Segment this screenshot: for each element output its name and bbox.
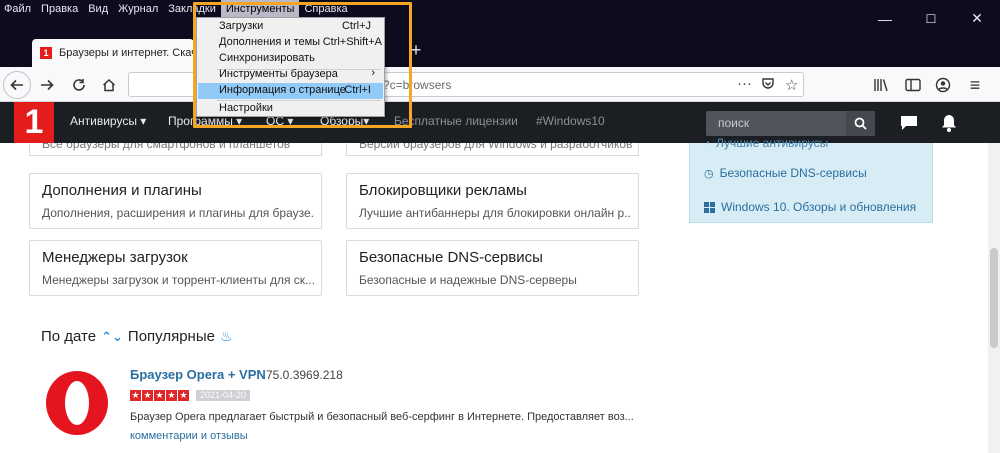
url-text: ?c=browsers [383, 78, 452, 92]
card-partial-mobile[interactable]: Все браузеры для смартфонов и планшетов [29, 143, 322, 156]
card-adblockers[interactable]: Блокировщики рекламы Лучшие антибаннеры … [346, 173, 639, 229]
home-button[interactable] [96, 72, 122, 98]
site-search-input[interactable]: поиск [706, 111, 846, 136]
account-icon[interactable] [930, 72, 956, 98]
tab-strip: 1 Браузеры и интернет. Скачать + [0, 37, 1000, 67]
sidebar-icon[interactable] [900, 72, 926, 98]
sort-popular[interactable]: Популярные [128, 328, 215, 345]
shield-icon: ◔ [704, 137, 711, 149]
search-placeholder: поиск [718, 116, 750, 130]
star-icon: ★ [130, 390, 141, 401]
card-addons[interactable]: Дополнения и плагины Дополнения, расшире… [29, 173, 322, 229]
menu-file[interactable]: Файл [0, 0, 36, 18]
card-partial-desc: Все браузеры для смартфонов и планшетов [42, 143, 291, 151]
star-icon: ★ [154, 390, 165, 401]
sort-by-date[interactable]: По дате [41, 328, 96, 345]
back-button[interactable] [3, 71, 31, 99]
sidebar-link-antivirus[interactable]: ◔ Лучшие антивирусы [704, 136, 828, 150]
chat-icon[interactable] [898, 112, 920, 134]
card-title: Безопасные DNS-сервисы [359, 249, 543, 266]
maximize-button[interactable]: ☐ [908, 0, 954, 37]
windows-icon [704, 201, 715, 213]
menuitem-page-info[interactable]: Информация о странице Ctrl+I [198, 83, 383, 99]
card-title: Менеджеры загрузок [42, 249, 188, 266]
card-desc: Лучшие антибаннеры для блокировки онлайн… [359, 206, 631, 220]
reload-icon [73, 79, 85, 91]
app-title-link[interactable]: Браузер Opera + VPN [130, 367, 266, 382]
site-search-button[interactable] [846, 111, 875, 136]
chevron-right-icon: › [371, 67, 375, 79]
sort-arrows-icon[interactable]: ⌃⌄ [101, 329, 123, 345]
app-description: Браузер Opera предлагает быстрый и безоп… [130, 411, 634, 423]
app-version: 75.0.3969.218 [266, 368, 343, 382]
card-desc: Дополнения, расширения и плагины для бра… [42, 206, 314, 220]
title-bar: Файл Правка Вид Журнал Закладки Инструме… [0, 0, 1000, 37]
card-title: Блокировщики рекламы [359, 182, 527, 199]
card-dns-services[interactable]: Безопасные DNS-сервисы Безопасные и наде… [346, 240, 639, 296]
browser-tab[interactable]: 1 Браузеры и интернет. Скачать [32, 39, 194, 67]
menu-view[interactable]: Вид [83, 0, 113, 18]
plus-icon: + [410, 40, 422, 60]
star-icon: ★ [142, 390, 153, 401]
menu-history[interactable]: Журнал [113, 0, 163, 18]
close-icon: ✕ [971, 10, 983, 26]
tools-dropdown-menu: Загрузки Ctrl+J Дополнения и темы Ctrl+S… [196, 17, 385, 117]
library-icon[interactable] [868, 72, 894, 98]
arrow-left-icon [10, 79, 23, 91]
menuitem-addons[interactable]: Дополнения и темы Ctrl+Shift+A [198, 35, 383, 51]
sort-row: По дате ⌃⌄ Популярные ♨ [41, 328, 233, 345]
site-header: 1 Антивирусы ▾ Программы ▾ ОС ▾ Обзоры▾ … [0, 102, 1000, 143]
flame-icon: ♨ [219, 328, 233, 344]
home-icon [102, 78, 116, 92]
menu-help[interactable]: Справка [299, 0, 352, 18]
menu-hamburger-icon[interactable]: ≡ [962, 72, 988, 98]
maximize-icon: ☐ [925, 11, 937, 26]
nav-free-licenses[interactable]: Бесплатные лицензии [394, 114, 518, 128]
app-comments-link[interactable]: комментарии и отзывы [130, 430, 248, 442]
search-icon [854, 117, 867, 130]
star-icon: ★ [166, 390, 177, 401]
app-date-badge: 2021-04-20 [196, 390, 251, 401]
sidebar-link-dns[interactable]: ◷ Безопасные DNS-сервисы [704, 166, 867, 180]
bookmark-star-icon[interactable]: ☆ [785, 76, 798, 94]
menu-tools[interactable]: Инструменты [220, 0, 300, 18]
menuitem-browser-tools[interactable]: Инструменты браузера › [198, 67, 383, 83]
bell-icon[interactable] [938, 112, 960, 134]
menuitem-sync[interactable]: Синхронизировать [198, 51, 383, 67]
sidebar-link-windows10[interactable]: Windows 10. Обзоры и обновления [704, 200, 916, 214]
nav-toolbar: ?c=browsers ··· ☆ ≡ [0, 67, 1000, 102]
card-title: Дополнения и плагины [42, 182, 202, 199]
site-logo[interactable]: 1 [14, 102, 54, 143]
reload-button[interactable] [66, 72, 92, 98]
card-download-managers[interactable]: Менеджеры загрузок Менеджеры загрузок и … [29, 240, 322, 296]
menuitem-downloads[interactable]: Загрузки Ctrl+J [198, 19, 383, 35]
card-partial-versions[interactable]: Версии браузеров для Windows и разработч… [346, 143, 639, 156]
card-desc: Безопасные и надежные DNS-серверы [359, 273, 577, 287]
card-partial-desc: Версии браузеров для Windows и разработч… [359, 143, 633, 151]
nav-windows10[interactable]: #Windows10 [536, 114, 605, 128]
tab-title: Браузеры и интернет. Скачать [59, 47, 194, 59]
clock-icon: ◷ [704, 167, 714, 180]
forward-button[interactable] [34, 72, 60, 98]
arrow-right-icon [41, 79, 54, 91]
scrollbar-thumb[interactable] [990, 248, 998, 348]
menu-edit[interactable]: Правка [36, 0, 83, 18]
sidebar-box: ◔ Лучшие антивирусы ◷ Безопасные DNS-серви… [689, 136, 933, 223]
page-actions-icon[interactable]: ··· [737, 75, 752, 92]
pocket-icon[interactable] [761, 77, 775, 94]
nav-antivirus[interactable]: Антивирусы ▾ [70, 114, 146, 128]
new-tab-button[interactable]: + [405, 40, 427, 61]
menu-bar: Файл Правка Вид Журнал Закладки Инструме… [0, 0, 353, 18]
star-icon: ★ [178, 390, 189, 401]
menu-bookmarks[interactable]: Закладки [163, 0, 221, 18]
minimize-icon: — [878, 10, 892, 27]
close-button[interactable]: ✕ [954, 0, 1000, 37]
tab-favicon-icon: 1 [40, 47, 52, 59]
menuitem-settings[interactable]: Настройки [198, 101, 383, 117]
minimize-button[interactable]: — [862, 0, 908, 37]
card-desc: Менеджеры загрузок и торрент-клиенты для… [42, 273, 314, 287]
rating-stars: ★ ★ ★ ★ ★ [130, 390, 189, 401]
opera-logo-icon[interactable] [44, 370, 110, 436]
